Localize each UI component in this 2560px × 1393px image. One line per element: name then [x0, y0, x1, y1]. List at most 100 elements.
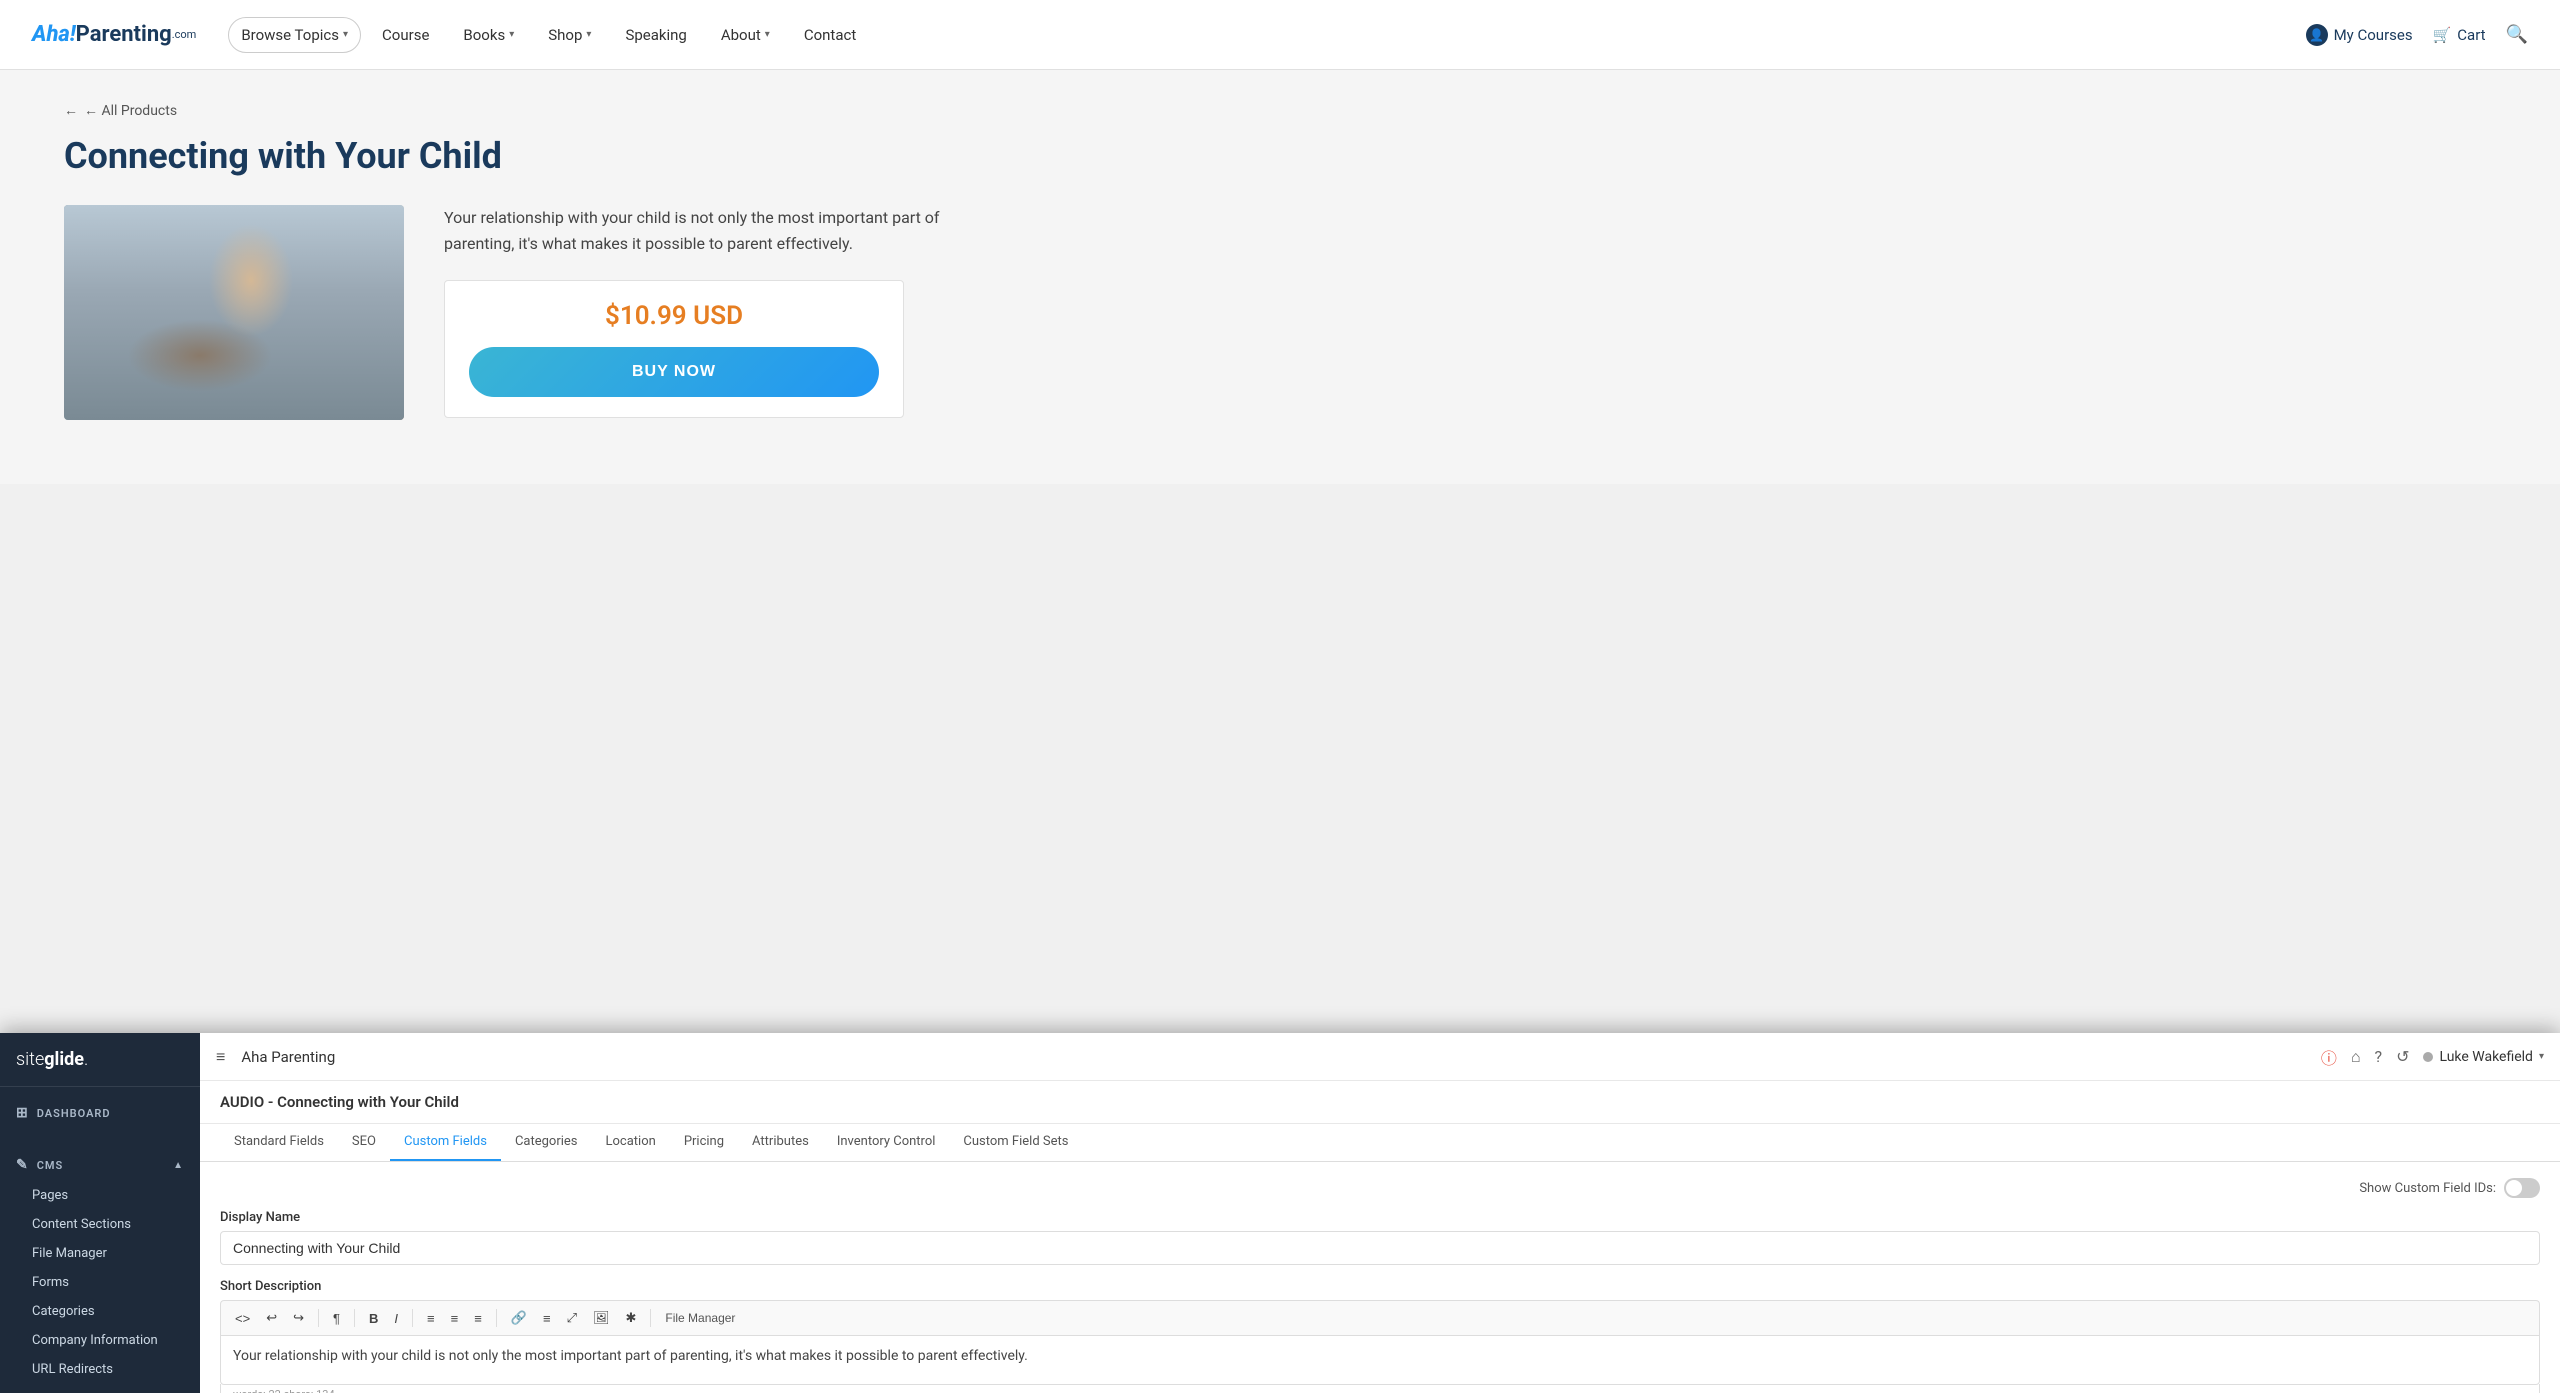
editor-divider-4: [496, 1309, 497, 1327]
tab-inventory-control[interactable]: Inventory Control: [823, 1124, 950, 1161]
editor-align-left-btn[interactable]: ≡: [421, 1308, 441, 1329]
chevron-down-icon: ▾: [343, 29, 348, 40]
cms-user-name: Luke Wakefield: [2439, 1049, 2533, 1065]
nav-my-courses[interactable]: 👤 My Courses: [2306, 24, 2413, 46]
nav-speaking[interactable]: Speaking: [612, 17, 699, 53]
editor-divider-2: [354, 1309, 355, 1327]
nav-cart-label: Cart: [2457, 26, 2485, 44]
cms-toggle-icon: ▲: [173, 1160, 184, 1171]
sidebar-item-pages[interactable]: Pages: [0, 1181, 200, 1210]
siteglide-logo: siteglide.: [16, 1049, 88, 1070]
editor-divider-1: [318, 1309, 319, 1327]
tab-pricing[interactable]: Pricing: [670, 1124, 738, 1161]
nav-speaking-label: Speaking: [625, 26, 686, 44]
tab-custom-field-sets[interactable]: Custom Field Sets: [949, 1124, 1082, 1161]
nav-shop[interactable]: Shop ▾: [535, 17, 604, 53]
nav-cart[interactable]: 🛒 Cart: [2433, 26, 2486, 44]
editor-expand-btn[interactable]: ⤢: [561, 1307, 583, 1329]
product-section: Your relationship with your child is not…: [64, 205, 2496, 420]
nav-about-label: About: [721, 26, 761, 44]
sidebar-item-forms[interactable]: Forms: [0, 1268, 200, 1297]
tab-location[interactable]: Location: [592, 1124, 670, 1161]
sidebar-item-categories[interactable]: Categories: [0, 1297, 200, 1326]
chevron-down-icon: ▾: [765, 29, 770, 40]
logo[interactable]: Aha! Parenting .com: [32, 22, 196, 47]
sidebar-item-content-sections[interactable]: Content Sections: [0, 1210, 200, 1239]
editor-divider-5: [650, 1309, 651, 1327]
tab-custom-fields[interactable]: Custom Fields: [390, 1124, 501, 1161]
logo-parenting: Parenting: [76, 22, 172, 47]
show-ids-row: Show Custom Field IDs:: [220, 1178, 2540, 1198]
sidebar-cms-label: CMS: [37, 1159, 64, 1172]
nav-right: 👤 My Courses 🛒 Cart 🔍: [2306, 24, 2528, 46]
sidebar-section-cms: ✎ CMS ▲ Pages Content Sections File Mana…: [0, 1139, 200, 1393]
editor-content[interactable]: Your relationship with your child is not…: [220, 1335, 2540, 1385]
nav-about[interactable]: About ▾: [708, 17, 783, 53]
nav-books-label: Books: [463, 26, 505, 44]
tab-seo[interactable]: SEO: [338, 1124, 390, 1161]
help-icon[interactable]: ?: [2375, 1047, 2383, 1066]
cms-user-chevron-icon: ▾: [2539, 1051, 2544, 1062]
nav-course[interactable]: Course: [369, 17, 442, 53]
sidebar-item-company-info[interactable]: Company Information: [0, 1326, 200, 1355]
display-name-input[interactable]: [220, 1231, 2540, 1265]
tab-standard-fields[interactable]: Standard Fields: [220, 1124, 338, 1161]
nav-books[interactable]: Books ▾: [450, 17, 527, 53]
sidebar-cms-header[interactable]: ✎ CMS ▲: [0, 1149, 200, 1181]
search-icon[interactable]: 🔍: [2506, 24, 2528, 45]
editor-italic-btn[interactable]: I: [388, 1308, 404, 1329]
back-arrow-icon: ←: [64, 102, 78, 119]
buy-now-button[interactable]: BUY NOW: [469, 347, 879, 397]
display-name-label: Display Name: [220, 1210, 2540, 1225]
show-ids-toggle[interactable]: [2504, 1178, 2540, 1198]
history-icon[interactable]: ↺: [2396, 1047, 2409, 1066]
cms-topbar-icons: ⓘ ⌂ ? ↺ Luke Wakefield ▾: [2321, 1045, 2544, 1069]
cms-sidebar: siteglide. ⊞ DASHBOARD ✎ CMS ▲ Pages Con…: [0, 1033, 200, 1393]
top-nav: Aha! Parenting .com Browse Topics ▾ Cour…: [0, 0, 2560, 70]
editor-align-center-btn[interactable]: ≡: [445, 1308, 465, 1329]
sidebar-item-file-manager[interactable]: File Manager: [0, 1239, 200, 1268]
editor-toolbar: <> ↩ ↪ ¶ B I ≡ ≡ ≡ 🔗 ≡ ⤢ 🖼 ✱ File Manage…: [220, 1300, 2540, 1335]
cms-overlay: siteglide. ⊞ DASHBOARD ✎ CMS ▲ Pages Con…: [0, 1033, 2560, 1393]
editor-more-btn[interactable]: ✱: [619, 1307, 642, 1329]
show-ids-label: Show Custom Field IDs:: [2359, 1181, 2496, 1196]
logo-aha: Aha!: [32, 22, 76, 47]
cart-icon: 🛒: [2433, 26, 2452, 44]
editor-code-btn[interactable]: <>: [229, 1308, 256, 1329]
user-status-dot: [2423, 1052, 2433, 1062]
editor-link-btn[interactable]: 🔗: [505, 1307, 533, 1329]
sidebar-dashboard-label: DASHBOARD: [37, 1107, 111, 1120]
price-box: $10.99 USD BUY NOW: [444, 280, 904, 418]
cms-form-area: Show Custom Field IDs: Display Name Shor…: [200, 1162, 2560, 1393]
back-link[interactable]: ← ← All Products: [64, 102, 2496, 119]
editor-redo-btn[interactable]: ↪: [287, 1307, 310, 1329]
nav-browse-topics-label: Browse Topics: [241, 26, 339, 44]
editor-bold-btn[interactable]: B: [363, 1308, 384, 1329]
editor-image-btn[interactable]: 🖼: [587, 1307, 616, 1329]
alert-icon[interactable]: ⓘ: [2321, 1045, 2337, 1069]
product-info: Your relationship with your child is not…: [444, 205, 2496, 418]
nav-my-courses-label: My Courses: [2334, 26, 2413, 44]
sidebar-dashboard-header[interactable]: ⊞ DASHBOARD: [0, 1097, 200, 1129]
nav-contact[interactable]: Contact: [791, 17, 869, 53]
editor-undo-btn[interactable]: ↩: [260, 1307, 283, 1329]
tab-attributes[interactable]: Attributes: [738, 1124, 823, 1161]
editor-align-right-btn[interactable]: ≡: [537, 1308, 557, 1329]
cms-tabs: Standard Fields SEO Custom Fields Catego…: [200, 1124, 2560, 1162]
home-icon[interactable]: ⌂: [2351, 1047, 2361, 1067]
menu-icon[interactable]: ≡: [216, 1047, 225, 1067]
cms-content-title: AUDIO - Connecting with Your Child: [200, 1081, 2560, 1124]
editor-paragraph-btn[interactable]: ¶: [327, 1308, 346, 1329]
short-desc-label: Short Description: [220, 1279, 2540, 1294]
sidebar-item-url-redirects[interactable]: URL Redirects: [0, 1355, 200, 1384]
tab-categories[interactable]: Categories: [501, 1124, 592, 1161]
nav-course-label: Course: [382, 26, 429, 44]
nav-browse-topics[interactable]: Browse Topics ▾: [228, 17, 361, 53]
product-image: [64, 205, 404, 420]
editor-align-justify-btn[interactable]: ≡: [468, 1308, 488, 1329]
cms-user[interactable]: Luke Wakefield ▾: [2423, 1049, 2544, 1065]
chevron-down-icon: ▾: [586, 29, 591, 40]
chevron-down-icon: ▾: [509, 29, 514, 40]
editor-file-manager-btn[interactable]: File Manager: [659, 1308, 741, 1328]
logo-com: .com: [172, 28, 197, 41]
